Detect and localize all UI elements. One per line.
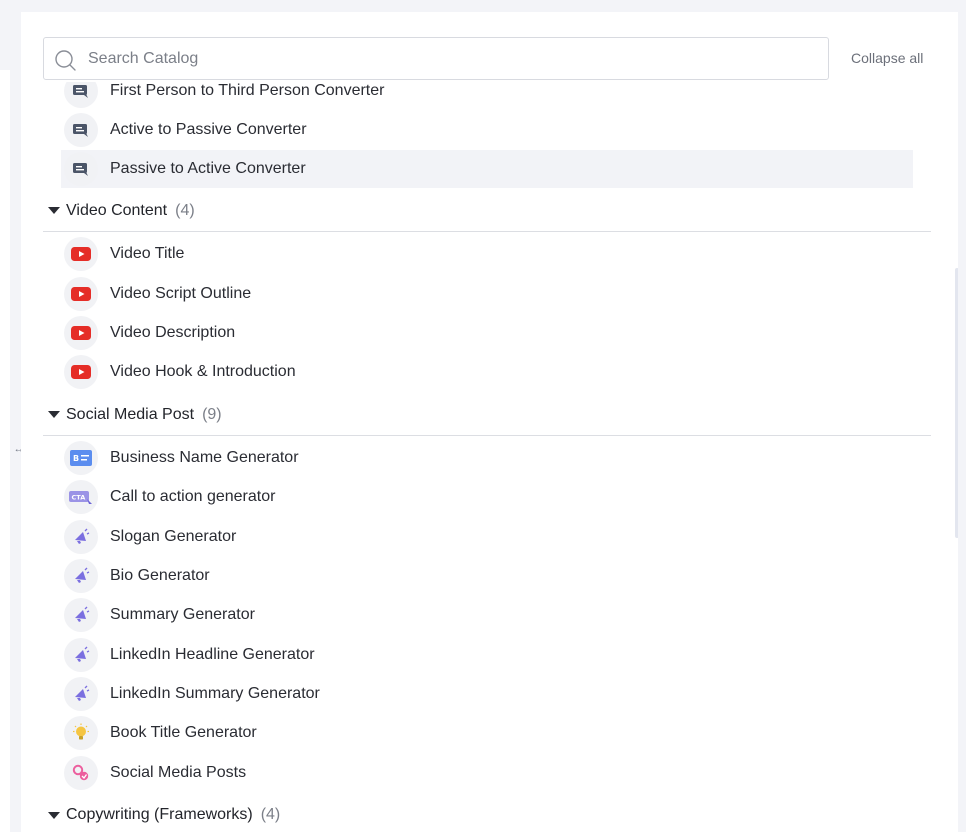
list-item-label: Passive to Active Converter bbox=[110, 160, 306, 177]
group-header-social-media-post[interactable]: Social Media Post (9) bbox=[43, 394, 931, 436]
list-item-label: LinkedIn Headline Generator bbox=[110, 646, 315, 663]
chat-convert-icon bbox=[64, 113, 98, 147]
list-item-label: Summary Generator bbox=[110, 606, 255, 623]
list-item[interactable]: Video Hook & Introduction bbox=[61, 353, 913, 391]
list-item-label: First Person to Third Person Converter bbox=[110, 82, 385, 99]
list-item-label: Video Hook & Introduction bbox=[110, 363, 296, 380]
group-count: (4) bbox=[175, 201, 195, 219]
list-item-label: Business Name Generator bbox=[110, 449, 299, 466]
list-item-label: Slogan Generator bbox=[110, 528, 237, 545]
list-item[interactable]: Active to Passive Converter bbox=[61, 111, 913, 149]
search-box[interactable] bbox=[43, 37, 829, 80]
group-title: Social Media Post bbox=[66, 405, 195, 423]
group-count: (9) bbox=[202, 405, 222, 423]
search-row: Collapse all bbox=[43, 37, 933, 81]
list-item-label: Book Title Generator bbox=[110, 724, 257, 741]
youtube-icon bbox=[64, 237, 98, 271]
chat-convert-icon bbox=[64, 82, 98, 108]
group-header-copywriting-frameworks[interactable]: Copywriting (Frameworks) (4) bbox=[43, 794, 931, 832]
list-item[interactable]: CTA Call to action generator bbox=[61, 478, 913, 516]
social-share-icon bbox=[64, 756, 98, 790]
svg-text:B: B bbox=[73, 454, 79, 463]
collapse-all-button[interactable]: Collapse all bbox=[851, 50, 923, 66]
list-item[interactable]: LinkedIn Headline Generator bbox=[61, 636, 913, 674]
list-item-label: Active to Passive Converter bbox=[110, 121, 307, 138]
list-item[interactable]: Passive to Active Converter bbox=[61, 150, 913, 188]
list-item[interactable]: Video Title bbox=[61, 235, 913, 273]
list-item[interactable]: Summary Generator bbox=[61, 596, 913, 634]
group-header-video-content[interactable]: Video Content (4) bbox=[43, 190, 931, 232]
group-title: Copywriting (Frameworks) bbox=[66, 806, 253, 823]
list-item[interactable]: Book Title Generator bbox=[61, 714, 913, 752]
youtube-icon bbox=[64, 316, 98, 350]
chat-convert-icon bbox=[64, 152, 98, 186]
list-item[interactable]: B Business Name Generator bbox=[61, 439, 913, 477]
caret-down-icon bbox=[48, 811, 60, 819]
search-icon bbox=[55, 50, 76, 71]
list-item-label: Video Script Outline bbox=[110, 285, 252, 302]
scrollbar[interactable] bbox=[955, 268, 958, 538]
list-item-label: Video Title bbox=[110, 245, 185, 262]
youtube-icon bbox=[64, 355, 98, 389]
list-item-label: Bio Generator bbox=[110, 567, 210, 584]
megaphone-icon bbox=[64, 559, 98, 593]
list-item-label: Call to action generator bbox=[110, 488, 276, 505]
catalog-list: First Person to Third Person Converter A… bbox=[21, 82, 958, 832]
list-item[interactable]: First Person to Third Person Converter bbox=[61, 82, 913, 110]
list-item[interactable]: Video Script Outline bbox=[61, 275, 913, 313]
cta-icon: CTA bbox=[64, 480, 98, 514]
megaphone-icon bbox=[64, 677, 98, 711]
svg-text:CTA: CTA bbox=[72, 494, 86, 502]
list-item-label: LinkedIn Summary Generator bbox=[110, 685, 320, 702]
list-item[interactable]: Video Description bbox=[61, 314, 913, 352]
business-card-icon: B bbox=[64, 441, 98, 475]
caret-down-icon bbox=[48, 207, 60, 214]
list-item[interactable]: LinkedIn Summary Generator bbox=[61, 675, 913, 713]
megaphone-icon bbox=[64, 598, 98, 632]
list-item[interactable]: Slogan Generator bbox=[61, 518, 913, 556]
group-title: Video Content bbox=[66, 201, 168, 219]
list-item-label: Social Media Posts bbox=[110, 764, 247, 781]
search-input[interactable] bbox=[88, 38, 818, 79]
list-item[interactable]: Social Media Posts bbox=[61, 754, 913, 792]
youtube-icon bbox=[64, 277, 98, 311]
catalog-panel: Collapse all First Person to Third Perso… bbox=[21, 12, 958, 832]
group-count: (4) bbox=[260, 806, 281, 823]
lightbulb-icon bbox=[64, 716, 98, 750]
list-item[interactable]: Bio Generator bbox=[61, 557, 913, 595]
left-gutter bbox=[0, 70, 10, 832]
list-item-label: Video Description bbox=[110, 324, 236, 341]
megaphone-icon bbox=[64, 638, 98, 672]
caret-down-icon bbox=[48, 411, 60, 418]
megaphone-icon bbox=[64, 520, 98, 554]
